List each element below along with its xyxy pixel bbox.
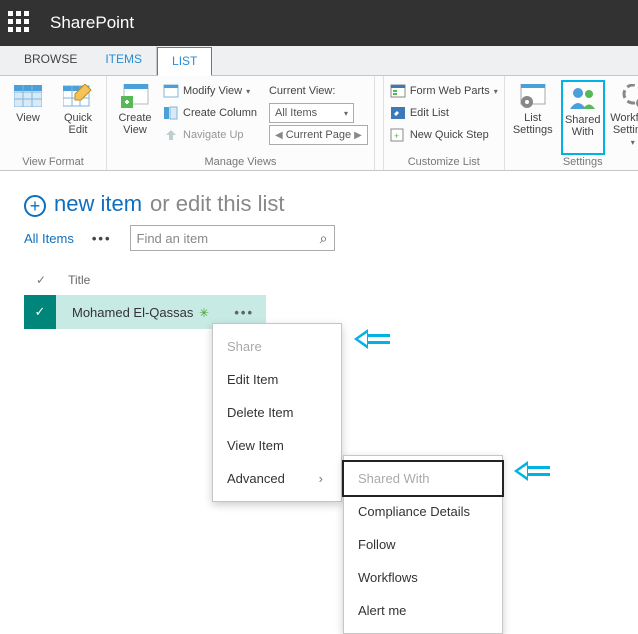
view-button[interactable]: View (6, 80, 50, 155)
new-indicator-icon: ✳ (199, 306, 209, 320)
ribbon-group-label-settings: Settings (511, 155, 638, 168)
brand-label: SharePoint (50, 13, 134, 33)
search-placeholder: Find an item (137, 231, 209, 246)
chevron-left-icon: ◀ (275, 130, 283, 141)
create-column-icon (163, 106, 179, 120)
submenu-follow[interactable]: Follow (344, 528, 502, 561)
menu-edit-item[interactable]: Edit Item (213, 363, 341, 396)
create-view-button[interactable]: Create View (113, 80, 157, 155)
form-web-parts-button[interactable]: Form Web Parts ▾ (390, 80, 498, 102)
list-settings-label: List Settings (513, 112, 553, 136)
current-view-select[interactable]: All Items ▾ (269, 102, 368, 124)
ribbon-group-view-format: View Quick Edit View Format (0, 76, 107, 170)
select-all-check[interactable]: ✓ (36, 273, 46, 287)
item-title[interactable]: Mohamed El-Qassas (72, 305, 193, 320)
item-ellipsis[interactable]: ••• (222, 305, 266, 320)
new-quick-step-icon: + (390, 128, 406, 142)
menu-view-item[interactable]: View Item (213, 429, 341, 462)
chevron-down-icon: ▾ (494, 87, 498, 96)
view-menu-ellipsis[interactable]: ••• (92, 231, 112, 246)
edit-list-text: or edit this list (150, 191, 285, 217)
chevron-down-icon: ▾ (344, 109, 348, 118)
suite-bar: SharePoint (0, 0, 638, 46)
new-quick-step-button[interactable]: + New Quick Step (390, 124, 498, 146)
edit-list-icon (390, 106, 406, 120)
grid-icon (13, 82, 43, 110)
submenu-compliance-details[interactable]: Compliance Details (344, 495, 502, 528)
list-settings-button[interactable]: List Settings (511, 80, 555, 155)
ribbon-group-label-customize: Customize List (390, 155, 498, 168)
current-page-nav[interactable]: ◀ Current Page ▶ (269, 124, 368, 146)
chevron-right-icon: ▶ (354, 130, 362, 141)
chevron-down-icon: ▾ (631, 138, 635, 147)
list-settings-icon (518, 82, 548, 110)
shared-with-label: Shared With (565, 114, 600, 138)
ribbon-tabs: BROWSE ITEMS LIST (0, 46, 638, 76)
plus-circle-icon[interactable]: + (24, 195, 46, 217)
quick-edit-label: Quick Edit (64, 112, 92, 136)
navigate-up-icon (163, 128, 179, 142)
search-icon[interactable]: ⌕ (320, 230, 328, 247)
menu-share[interactable]: Share (213, 330, 341, 363)
create-view-label: Create View (118, 112, 151, 136)
workflow-settings-label: Workflow Settings (610, 112, 638, 136)
ribbon-group-label-manage-views: Manage Views (113, 155, 368, 168)
workflow-settings-icon (618, 82, 638, 110)
tab-items[interactable]: ITEMS (91, 46, 157, 75)
current-view-name[interactable]: All Items (24, 231, 74, 246)
quick-edit-icon (63, 82, 93, 110)
submenu-shared-with[interactable]: Shared With (344, 462, 502, 495)
view-label: View (16, 112, 40, 124)
row-selected-check-icon[interactable]: ✓ (24, 295, 56, 329)
search-input[interactable]: Find an item ⌕ (130, 225, 335, 251)
shared-with-button[interactable]: Shared With (561, 80, 605, 155)
tab-list[interactable]: LIST (157, 47, 212, 76)
chevron-right-icon: › (319, 471, 323, 486)
modify-view-icon (163, 84, 179, 98)
menu-advanced[interactable]: Advanced› (213, 462, 341, 495)
submenu-workflows[interactable]: Workflows (344, 561, 502, 594)
current-view-label: Current View: (269, 80, 368, 102)
annotation-arrow-shared-with (514, 461, 550, 481)
shared-with-icon (568, 84, 598, 112)
edit-list-button[interactable]: Edit List (390, 102, 498, 124)
quick-edit-button[interactable]: Quick Edit (56, 80, 100, 155)
submenu-alert-me[interactable]: Alert me (344, 594, 502, 627)
advanced-submenu: Shared With Compliance Details Follow Wo… (343, 455, 503, 634)
create-view-icon (120, 82, 150, 110)
chevron-down-icon: ▾ (246, 87, 250, 96)
modify-view-button[interactable]: Modify View ▾ (163, 80, 257, 102)
page-content: + new item or edit this list All Items •… (0, 171, 638, 329)
new-item-row: + new item or edit this list (24, 191, 638, 217)
svg-text:+: + (394, 131, 399, 141)
form-web-parts-icon (390, 84, 406, 98)
workflow-settings-button[interactable]: Workflow Settings ▾ (611, 80, 638, 155)
ribbon-group-settings: List Settings Shared With Workflow Setti… (505, 76, 638, 170)
column-title[interactable]: Title (68, 273, 90, 287)
new-item-link[interactable]: new item (54, 191, 142, 217)
navigate-up-button[interactable]: Navigate Up (163, 124, 257, 146)
app-launcher-icon[interactable] (8, 11, 32, 35)
ribbon: View Quick Edit View Format Create View (0, 76, 638, 171)
annotation-arrow-share (354, 329, 390, 349)
ribbon-group-label-view-format: View Format (6, 155, 100, 168)
ribbon-group-manage-views: Create View Modify View ▾ Create Column … (107, 76, 375, 170)
item-context-menu: Share Edit Item Delete Item View Item Ad… (212, 323, 342, 502)
create-column-button[interactable]: Create Column (163, 102, 257, 124)
tab-browse[interactable]: BROWSE (10, 46, 91, 75)
ribbon-group-customize-list: Form Web Parts ▾ Edit List + New Quick S… (383, 76, 505, 170)
menu-delete-item[interactable]: Delete Item (213, 396, 341, 429)
list-header: ✓ Title (24, 269, 638, 295)
